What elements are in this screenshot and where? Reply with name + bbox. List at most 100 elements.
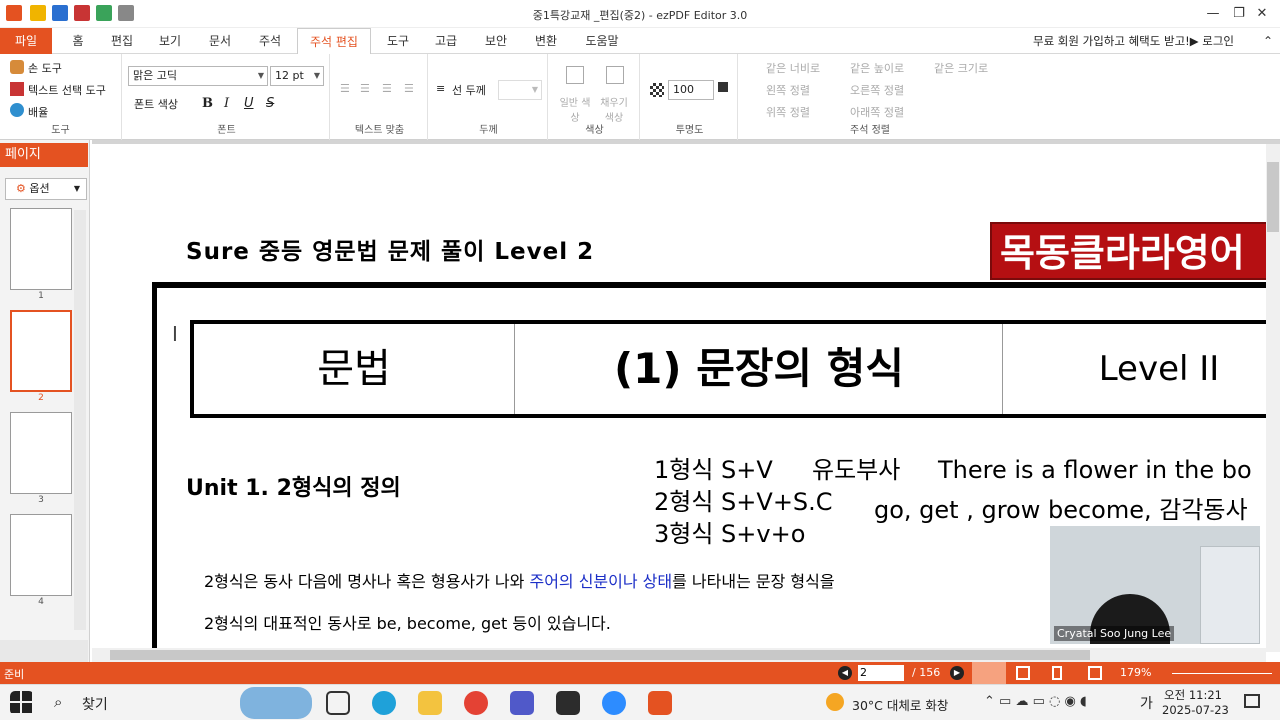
scroll-thumb[interactable] [1267, 162, 1279, 232]
header-cell-grammar: 문법 [317, 346, 391, 392]
example-verbs: go, get , grow become, 감각동사 [874, 496, 1248, 524]
tab-tools[interactable]: 도구 [378, 28, 418, 54]
zoom-slider[interactable] [1172, 673, 1272, 674]
chevron-down-icon: ▼ [313, 71, 320, 80]
group-opacity: 100 투명도 [642, 54, 738, 140]
group-label: 도구 [51, 125, 70, 136]
tab-file[interactable]: 파일 [0, 28, 52, 54]
underline-button[interactable]: U [244, 96, 254, 111]
group-color: 일반 색상 채우기 색상 색상 [550, 54, 640, 140]
group-tools: 손 도구 텍스트 선택 도구 배율 도구 [0, 54, 122, 140]
fill-color-button[interactable]: 채우기 색상 [596, 94, 632, 124]
tab-convert[interactable]: 변환 [526, 28, 566, 54]
page-thumb[interactable]: 2 [10, 310, 72, 403]
tab-advanced[interactable]: 고급 [426, 28, 466, 54]
continuous-two-view-icon[interactable] [1088, 666, 1102, 680]
zoom-button[interactable]: 배율 [28, 104, 48, 120]
italic-button[interactable]: I [224, 96, 229, 111]
taskbar-search[interactable]: 찾기 [82, 694, 108, 714]
align-justify-icon[interactable]: ☰ [404, 82, 414, 95]
align-bottom-button[interactable]: 아래쪽 정렬 [850, 104, 904, 120]
signup-login-link[interactable]: 무료 회원 가입하고 혜택도 받고!▶ 로그인 [1033, 28, 1234, 54]
weather-text[interactable]: 30°C 대체로 화창 [852, 695, 948, 714]
page-thumb[interactable]: 3 [10, 412, 72, 505]
notification-icon[interactable] [1244, 694, 1260, 708]
page-number-input[interactable]: 2 [858, 665, 904, 681]
bold-button[interactable]: B [202, 96, 213, 111]
same-width-button[interactable]: 같은 너비로 [766, 60, 820, 76]
vertical-scrollbar[interactable] [1266, 144, 1280, 652]
example-there-is: There is a flower in the bo [938, 456, 1252, 484]
tab-annotation[interactable]: 주석 [250, 28, 290, 54]
header-cell-topic: (1) 문장의 형식 [613, 344, 905, 393]
gear-icon: ⚙ [16, 182, 30, 195]
panel-scrollbar[interactable] [0, 640, 88, 662]
font-size-select[interactable]: 12 pt ▼ [270, 66, 324, 86]
prev-page-button[interactable]: ◀ [838, 666, 852, 680]
align-left-icon[interactable]: ☰ [340, 82, 350, 95]
continuous-view-icon[interactable] [1052, 666, 1062, 680]
page-thumb[interactable]: 1 [10, 208, 72, 301]
options-button[interactable]: ⚙ 옵션 ▼ [5, 178, 87, 200]
chrome-icon[interactable] [464, 691, 488, 715]
font-family-select[interactable]: 맑은 고딕 ▼ [128, 66, 268, 86]
tab-view[interactable]: 보기 [150, 28, 190, 54]
clock-time[interactable]: 오전 11:21 [1164, 687, 1222, 703]
taskbar: ⌕ 찾기 30°C 대체로 화창 ⌃ ▭ ☁ ▭ ◌ ◉ ◖ 가 오전 11:2… [0, 684, 1280, 720]
text-select-button[interactable]: 텍스트 선택 도구 [28, 82, 106, 98]
group-label: 투명도 [675, 125, 704, 136]
ime-indicator[interactable]: 가 [1140, 693, 1153, 713]
thumb-image [10, 310, 72, 392]
opacity-input[interactable]: 100 [668, 80, 714, 100]
zoom-app-icon[interactable] [602, 691, 626, 715]
tab-document[interactable]: 문서 [200, 28, 240, 54]
line-thickness-label: 선 두께 [452, 84, 486, 97]
opacity-add-icon[interactable] [718, 82, 728, 92]
thumb-scrollbar[interactable] [74, 210, 86, 630]
header-table: 문법 (1) 문장의 형식 Level II [190, 320, 1280, 418]
align-top-button[interactable]: 위쪽 정렬 [766, 104, 810, 120]
align-center-icon[interactable]: ☰ [360, 82, 370, 95]
single-page-view-icon[interactable] [972, 662, 1006, 684]
scroll-thumb[interactable] [110, 650, 1090, 660]
fill-bucket-icon [606, 66, 624, 84]
edge-icon[interactable] [372, 691, 396, 715]
search-icon[interactable]: ⌕ [54, 693, 62, 711]
strikethrough-button[interactable]: S [266, 96, 274, 111]
unit-title: Unit 1. 2형식의 정의 [186, 476, 401, 501]
ezpdf-app-icon[interactable] [648, 691, 672, 715]
windows-start-icon[interactable] [10, 691, 34, 715]
align-left-button[interactable]: 왼쪽 정렬 [766, 82, 810, 98]
clock-date[interactable]: 2025-07-23 [1162, 703, 1229, 717]
options-label: 옵션 [29, 182, 50, 195]
teams-icon[interactable] [510, 691, 534, 715]
align-right-icon[interactable]: ☰ [382, 82, 392, 95]
tray-icons[interactable]: ⌃ ▭ ☁ ▭ ◌ ◉ ◖ [984, 694, 1087, 709]
two-page-view-icon[interactable] [1016, 666, 1030, 680]
horizontal-scrollbar[interactable] [92, 648, 1266, 662]
next-page-button[interactable]: ▶ [950, 666, 964, 680]
font-color-button[interactable]: 폰트 색상 [134, 96, 178, 112]
line-thickness-select[interactable]: ▼ [498, 80, 542, 100]
close-button[interactable]: ✕ [1244, 0, 1280, 28]
same-height-button[interactable]: 같은 높이로 [850, 60, 904, 76]
page-thumb[interactable]: 4 [10, 514, 72, 607]
ribbon-collapse-button[interactable]: ⌃ [1258, 28, 1278, 54]
task-view-icon[interactable] [326, 691, 350, 715]
tab-edit[interactable]: 편집 [102, 28, 142, 54]
hand-tool-button[interactable]: 손 도구 [28, 60, 62, 76]
tab-security[interactable]: 보안 [476, 28, 516, 54]
align-right-button[interactable]: 오른쪽 정렬 [850, 82, 904, 98]
document-canvas[interactable]: Sure 중등 영문법 문제 풀이 Level 2 목동클라라영어 I 문법 (… [92, 140, 1280, 662]
paragraph-1: 2형식은 동사 다음에 명사나 혹은 형용사가 나와 주어의 신분이나 상태를 … [204, 568, 835, 592]
sticky-notes-icon[interactable] [556, 691, 580, 715]
tab-help[interactable]: 도움말 [578, 28, 626, 54]
tab-annotation-edit[interactable]: 주석 편집 [297, 28, 371, 55]
file-explorer-icon[interactable] [418, 691, 442, 715]
webcam-name: Cryatal Soo Jung Lee [1054, 626, 1175, 641]
tab-home[interactable]: 홈 [60, 28, 96, 54]
group-text-align: ☰ ☰ ☰ ☰ 텍스트 맞춤 [332, 54, 428, 140]
same-size-button[interactable]: 같은 크기로 [934, 60, 988, 76]
general-color-button[interactable]: 일반 색상 [558, 94, 592, 124]
thumb-number: 1 [38, 291, 44, 301]
